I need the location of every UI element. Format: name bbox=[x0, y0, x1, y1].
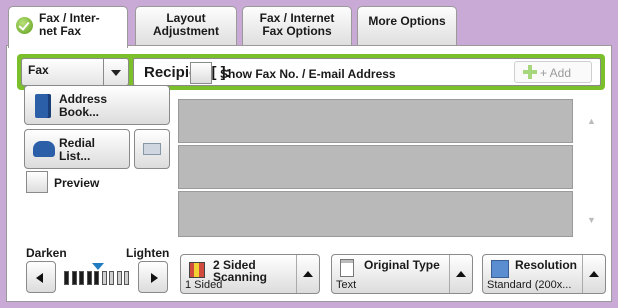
tab-fax-internet-fax[interactable]: Fax / Inter- net Fax bbox=[8, 6, 128, 48]
darken-label: Darken bbox=[26, 246, 67, 260]
density-control bbox=[26, 261, 171, 295]
two-sided-value: 1 Sided bbox=[185, 279, 223, 291]
density-bar bbox=[86, 271, 92, 285]
plus-icon bbox=[523, 65, 537, 79]
original-type-title: Original Type bbox=[364, 258, 440, 272]
original-type-button[interactable]: Original Type Text bbox=[331, 254, 473, 294]
address-type-value: Fax bbox=[28, 63, 49, 77]
recipient-label: Recipient[ ]: bbox=[144, 64, 231, 81]
address-book-label: Address Book... bbox=[59, 92, 108, 119]
darken-button[interactable] bbox=[26, 261, 56, 293]
density-bar bbox=[64, 271, 69, 285]
add-button-label: + Add bbox=[540, 66, 572, 80]
tab-label: Fax / Inter- net Fax bbox=[39, 11, 100, 38]
magnifier-icon bbox=[491, 260, 509, 278]
resolution-title: Resolution bbox=[515, 258, 577, 272]
tab-layout-adjustment[interactable]: Layout Adjustment bbox=[135, 6, 237, 46]
tab-more-options[interactable]: More Options bbox=[357, 6, 457, 46]
fax-screen: Fax / Inter- net Fax Layout Adjustment F… bbox=[6, 6, 612, 302]
chevron-down-icon bbox=[103, 59, 128, 85]
preview-checkbox[interactable] bbox=[26, 171, 48, 193]
tab-label: Fax / Internet Fax Options bbox=[259, 11, 335, 38]
tab-fax-internet-fax-options[interactable]: Fax / Internet Fax Options bbox=[242, 6, 352, 46]
keyboard-icon bbox=[143, 143, 161, 155]
density-bar bbox=[79, 271, 85, 285]
density-bar bbox=[124, 271, 130, 285]
two-sided-scanning-button[interactable]: 2 Sided Scanning 1 Sided bbox=[180, 254, 320, 294]
density-slider[interactable] bbox=[64, 263, 132, 287]
chevron-up-icon[interactable] bbox=[296, 255, 319, 293]
density-bar bbox=[94, 271, 100, 285]
show-fax-number-label: Show Fax No. / E-mail Address bbox=[220, 67, 396, 81]
redial-list-label: Redial List... bbox=[59, 136, 96, 163]
density-bar bbox=[116, 271, 122, 285]
document-icon bbox=[340, 259, 354, 277]
recipient-list bbox=[178, 99, 573, 239]
scroll-up-icon[interactable]: ▲ bbox=[587, 116, 596, 126]
chevron-up-icon[interactable] bbox=[582, 255, 605, 293]
show-fax-number-checkbox[interactable] bbox=[190, 62, 212, 84]
list-scrollbar[interactable]: ▲ ▼ bbox=[578, 99, 604, 239]
redial-list-button[interactable]: Redial List... bbox=[24, 129, 130, 169]
keyboard-button[interactable] bbox=[134, 129, 170, 169]
add-recipient-button[interactable]: + Add bbox=[514, 61, 592, 83]
resolution-button[interactable]: Resolution Standard (200x... bbox=[482, 254, 606, 294]
preview-label: Preview bbox=[54, 176, 100, 190]
chevron-up-icon[interactable] bbox=[449, 255, 472, 293]
density-bar bbox=[109, 271, 115, 285]
lighten-button[interactable] bbox=[138, 261, 168, 293]
two-sided-icon bbox=[189, 262, 205, 278]
address-book-button[interactable]: Address Book... bbox=[24, 85, 170, 125]
selected-check-icon bbox=[16, 17, 33, 34]
resolution-value: Standard (200x... bbox=[487, 279, 572, 291]
address-book-icon bbox=[35, 94, 51, 118]
slider-thumb-icon[interactable] bbox=[92, 263, 104, 271]
tab-label: Layout Adjustment bbox=[153, 11, 219, 38]
tab-label: More Options bbox=[368, 14, 446, 28]
list-item[interactable] bbox=[178, 191, 573, 237]
density-bar bbox=[71, 271, 77, 285]
list-item[interactable] bbox=[178, 99, 573, 143]
lighten-label: Lighten bbox=[126, 246, 170, 260]
list-item[interactable] bbox=[178, 145, 573, 189]
telephone-icon bbox=[33, 141, 55, 157]
original-type-value: Text bbox=[336, 279, 357, 291]
scroll-down-icon[interactable]: ▼ bbox=[587, 215, 596, 225]
address-type-dropdown[interactable]: Fax bbox=[21, 58, 129, 86]
density-bar bbox=[101, 271, 107, 285]
